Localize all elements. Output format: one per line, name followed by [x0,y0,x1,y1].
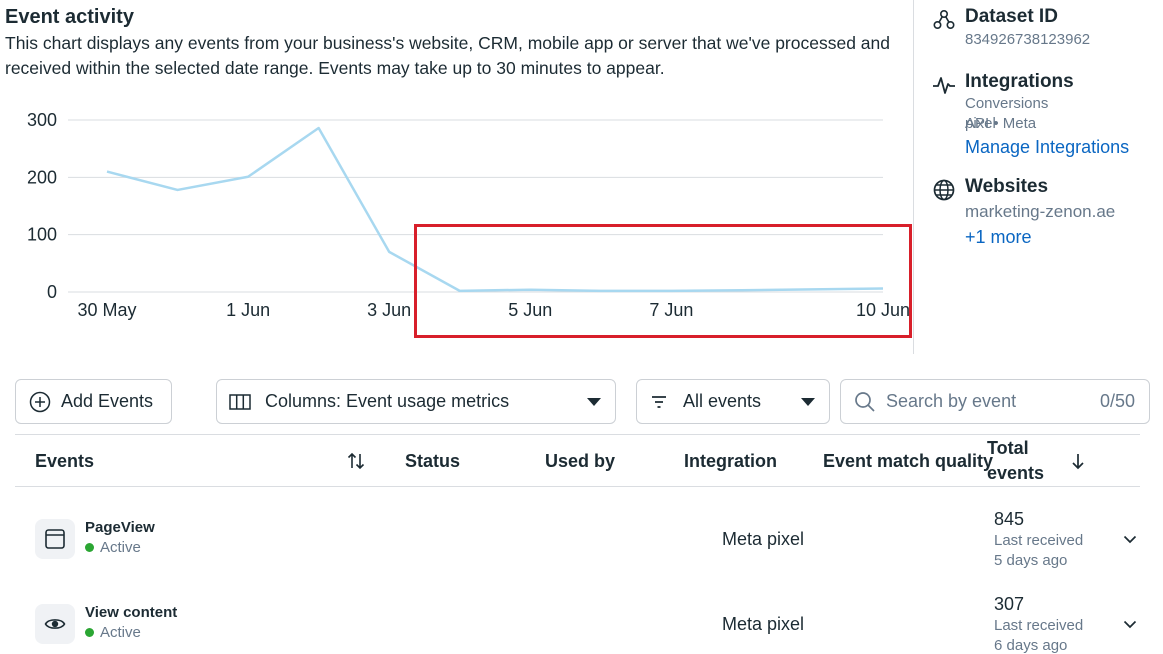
status-badge: Active [85,539,141,556]
column-header-used-by: Used by [545,451,616,471]
add-events-label: Add Events [61,391,154,411]
data-point[interactable] [387,250,391,254]
globe-icon [933,179,955,201]
column-header-total-line2: events [987,463,1045,483]
last-received-label: Last received [994,532,1084,549]
pulse-icon [933,77,955,94]
websites-label: Websites [965,176,1049,197]
status-dot [85,543,94,552]
x-tick-label: 30 May [77,300,136,320]
integration-value: Meta pixel [722,529,805,549]
last-received-label: Last received [994,617,1084,634]
search-input[interactable]: Search by event 0/50 [840,379,1150,424]
y-tick-label: 100 [27,225,57,245]
plus-circle-icon [29,391,51,413]
search-placeholder: Search by event [886,391,1017,411]
chevron-down-icon [587,398,601,406]
column-header-events: Events [35,451,95,471]
table-header-divider [15,486,1140,487]
event-name: View content [85,604,178,621]
data-point[interactable] [176,188,180,192]
total-events-value: 845 [994,509,1025,529]
data-point[interactable] [246,175,250,179]
column-header-integration: Integration [684,451,777,471]
filter-icon [651,395,667,409]
page-description: This chart displays any events from your… [5,33,890,78]
dataset-id-value: 834926738123962 [965,31,1091,48]
x-tick-label: 1 Jun [226,300,270,320]
x-tick-label: 3 Jun [367,300,411,320]
status-badge: Active [85,624,141,641]
columns-icon [229,393,251,411]
y-tick-label: 200 [27,167,57,187]
integrations-value-line2: pixel [965,115,996,132]
y-tick-label: 300 [27,110,57,130]
dataset-icon [933,9,955,30]
filter-label: All events [683,391,762,411]
column-header-status: Status [405,451,461,471]
column-header-match-quality: Event match quality [823,451,994,471]
eye-icon [35,604,75,644]
chevron-down-icon[interactable] [1122,531,1138,547]
page-title: Event activity [5,6,134,28]
dataset-id-label: Dataset ID [965,6,1058,27]
data-point[interactable] [317,126,321,130]
chart-y-ticks: 0 100 200 300 [27,110,57,302]
data-point[interactable] [105,170,109,174]
add-events-button[interactable]: Add Events [15,379,172,424]
last-received-time: 6 days ago [994,637,1068,654]
chevron-down-icon[interactable] [1122,616,1138,632]
total-events-value: 307 [994,594,1025,614]
status-dot [85,628,94,637]
chevron-down-icon [801,398,815,406]
status-label: Active [100,624,141,641]
columns-dropdown[interactable]: Columns: Event usage metrics [216,379,616,424]
table-top-divider [15,434,1140,435]
event-name: PageView [85,519,155,536]
last-received-time: 5 days ago [994,552,1068,569]
more-websites-link[interactable]: +1 more [965,227,1032,248]
sort-descending-icon[interactable] [1069,451,1087,471]
website-value: marketing-zenon.ae [965,202,1116,221]
search-count: 0/50 [1099,391,1135,411]
highlight-annotation-box [414,224,912,338]
manage-integrations-link[interactable]: Manage Integrations [965,137,1129,158]
column-header-total-line1: Total [987,438,1029,458]
status-label: Active [100,539,141,556]
vertical-divider [913,0,914,354]
integrations-label: Integrations [965,71,1074,92]
columns-label: Columns: Event usage metrics [265,391,510,411]
events-filter-dropdown[interactable]: All events [636,379,830,424]
integration-value: Meta pixel [722,614,805,634]
sort-icon[interactable] [346,451,366,471]
search-icon [854,391,876,413]
y-tick-label: 0 [47,282,57,302]
browser-window-icon [35,519,75,559]
